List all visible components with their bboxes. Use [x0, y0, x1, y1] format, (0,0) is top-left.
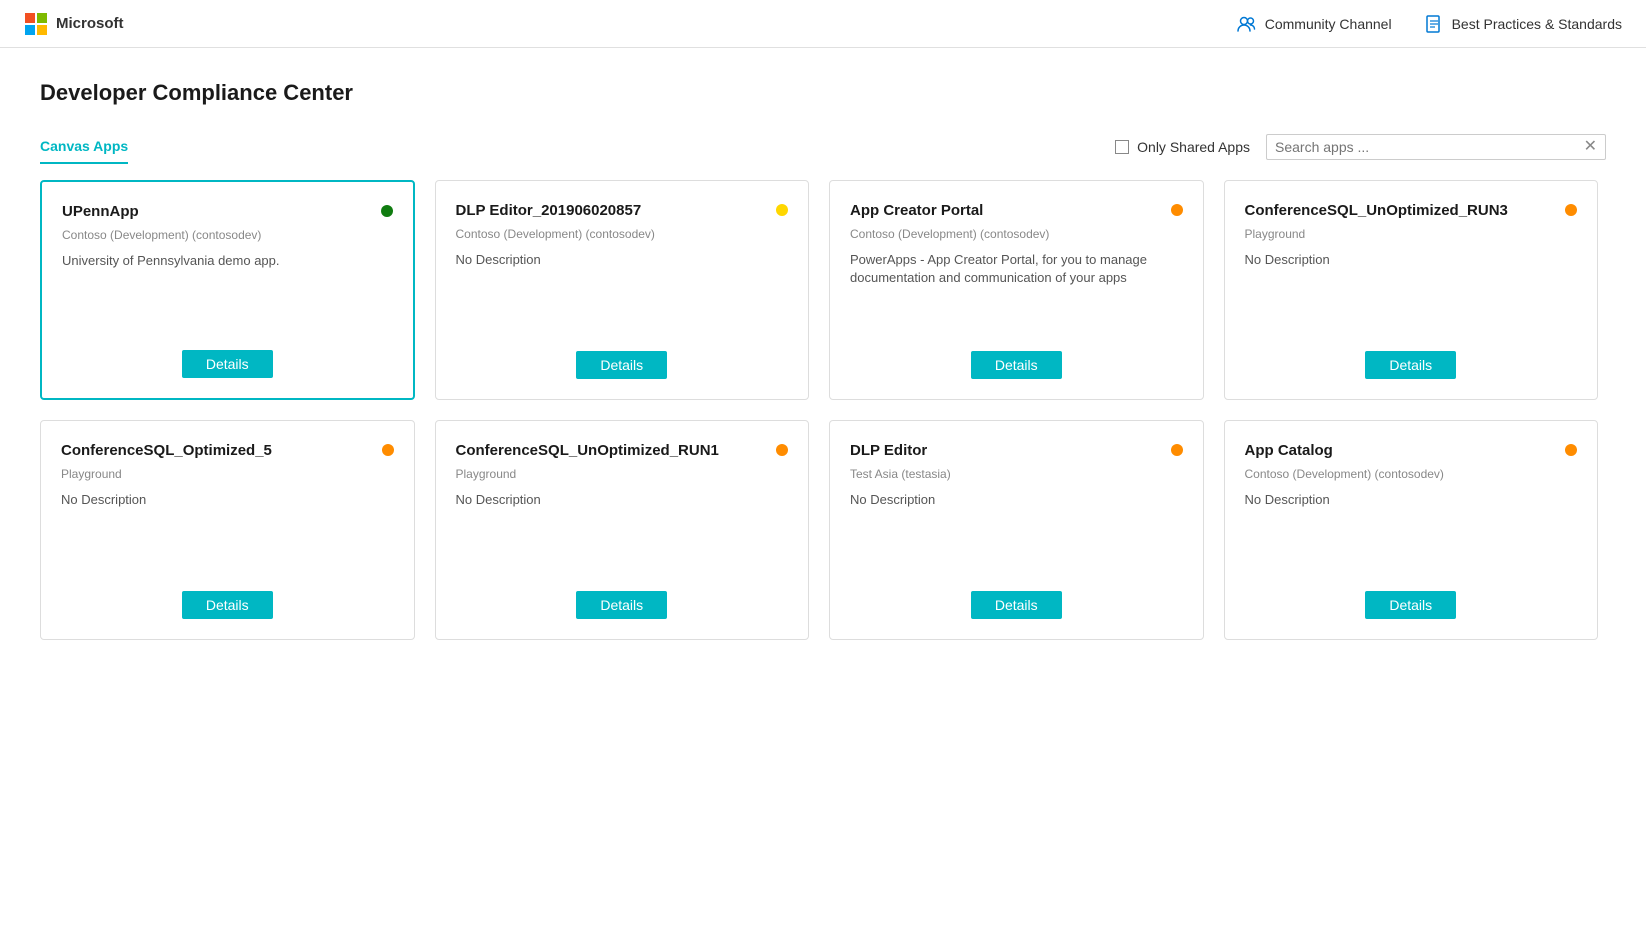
app-env: Contoso (Development) (contosodev)	[850, 227, 1183, 241]
header-nav: Community Channel Best Practices & Stand…	[1237, 14, 1622, 34]
status-dot	[382, 444, 394, 456]
toolbar: Canvas Apps Only Shared Apps ✕	[40, 130, 1606, 164]
status-dot	[381, 205, 393, 217]
app-card-header: ConferenceSQL_UnOptimized_RUN3	[1245, 201, 1578, 221]
details-button[interactable]: Details	[1365, 351, 1456, 379]
app-env: Playground	[61, 467, 394, 481]
search-input[interactable]	[1275, 139, 1584, 155]
only-shared-apps-label[interactable]: Only Shared Apps	[1115, 139, 1250, 155]
page-title: Developer Compliance Center	[40, 80, 1606, 106]
community-channel-label: Community Channel	[1265, 16, 1392, 32]
status-dot	[1565, 204, 1577, 216]
app-name: ConferenceSQL_UnOptimized_RUN1	[456, 441, 769, 461]
app-card[interactable]: App Creator Portal Contoso (Development)…	[829, 180, 1204, 400]
card-footer: Details	[62, 350, 393, 378]
app-desc: No Description	[1245, 251, 1578, 336]
app-grid: UPennApp Contoso (Development) (contosod…	[40, 180, 1606, 640]
app-env: Test Asia (testasia)	[850, 467, 1183, 481]
app-card-header: DLP Editor_201906020857	[456, 201, 789, 221]
app-desc: No Description	[61, 491, 394, 576]
app-name: App Catalog	[1245, 441, 1558, 461]
card-footer: Details	[850, 351, 1183, 379]
app-card[interactable]: ConferenceSQL_UnOptimized_RUN3 Playgroun…	[1224, 180, 1599, 400]
tab-bar: Canvas Apps	[40, 130, 1115, 164]
tab-canvas-apps[interactable]: Canvas Apps	[40, 130, 128, 164]
app-name: DLP Editor	[850, 441, 1163, 461]
card-footer: Details	[850, 591, 1183, 619]
best-practices-label: Best Practices & Standards	[1452, 16, 1622, 32]
toolbar-right: Only Shared Apps ✕	[1115, 134, 1606, 160]
app-card[interactable]: UPennApp Contoso (Development) (contosod…	[40, 180, 415, 400]
only-shared-apps-checkbox[interactable]	[1115, 140, 1129, 154]
card-footer: Details	[456, 591, 789, 619]
app-card[interactable]: App Catalog Contoso (Development) (conto…	[1224, 420, 1599, 640]
app-desc: PowerApps - App Creator Portal, for you …	[850, 251, 1183, 336]
card-footer: Details	[61, 591, 394, 619]
app-card-header: DLP Editor	[850, 441, 1183, 461]
microsoft-logo: Microsoft	[24, 12, 124, 36]
app-env: Contoso (Development) (contosodev)	[1245, 467, 1578, 481]
app-env: Contoso (Development) (contosodev)	[62, 228, 393, 242]
app-desc: No Description	[850, 491, 1183, 576]
search-clear-icon[interactable]: ✕	[1584, 139, 1597, 155]
app-name: DLP Editor_201906020857	[456, 201, 769, 221]
status-dot	[776, 444, 788, 456]
logo-text: Microsoft	[56, 15, 124, 32]
app-env: Playground	[1245, 227, 1578, 241]
app-card-header: App Creator Portal	[850, 201, 1183, 221]
details-button[interactable]: Details	[182, 350, 273, 378]
status-dot	[1171, 444, 1183, 456]
details-button[interactable]: Details	[971, 591, 1062, 619]
app-desc: No Description	[456, 251, 789, 336]
people-icon	[1237, 14, 1257, 34]
card-footer: Details	[1245, 351, 1578, 379]
header: Microsoft Community Channel Best Practic…	[0, 0, 1646, 48]
app-card[interactable]: DLP Editor_201906020857 Contoso (Develop…	[435, 180, 810, 400]
details-button[interactable]: Details	[1365, 591, 1456, 619]
app-card-header: UPennApp	[62, 202, 393, 222]
app-card[interactable]: DLP Editor Test Asia (testasia) No Descr…	[829, 420, 1204, 640]
app-env: Contoso (Development) (contosodev)	[456, 227, 789, 241]
app-desc: University of Pennsylvania demo app.	[62, 252, 393, 335]
app-env: Playground	[456, 467, 789, 481]
details-button[interactable]: Details	[576, 591, 667, 619]
app-card[interactable]: ConferenceSQL_Optimized_5 Playground No …	[40, 420, 415, 640]
details-button[interactable]: Details	[182, 591, 273, 619]
app-name: ConferenceSQL_Optimized_5	[61, 441, 374, 461]
app-name: UPennApp	[62, 202, 373, 222]
status-dot	[1171, 204, 1183, 216]
card-footer: Details	[1245, 591, 1578, 619]
community-channel-link[interactable]: Community Channel	[1237, 14, 1392, 34]
app-card[interactable]: ConferenceSQL_UnOptimized_RUN1 Playgroun…	[435, 420, 810, 640]
app-name: App Creator Portal	[850, 201, 1163, 221]
app-card-header: ConferenceSQL_UnOptimized_RUN1	[456, 441, 789, 461]
app-desc: No Description	[1245, 491, 1578, 576]
app-card-header: ConferenceSQL_Optimized_5	[61, 441, 394, 461]
only-shared-apps-text: Only Shared Apps	[1137, 139, 1250, 155]
ms-logo-icon	[24, 12, 48, 36]
details-button[interactable]: Details	[971, 351, 1062, 379]
card-footer: Details	[456, 351, 789, 379]
app-name: ConferenceSQL_UnOptimized_RUN3	[1245, 201, 1558, 221]
search-box: ✕	[1266, 134, 1606, 160]
status-dot	[776, 204, 788, 216]
document-icon	[1424, 14, 1444, 34]
app-desc: No Description	[456, 491, 789, 576]
best-practices-link[interactable]: Best Practices & Standards	[1424, 14, 1622, 34]
details-button[interactable]: Details	[576, 351, 667, 379]
main-content: Developer Compliance Center Canvas Apps …	[0, 48, 1646, 640]
status-dot	[1565, 444, 1577, 456]
app-card-header: App Catalog	[1245, 441, 1578, 461]
